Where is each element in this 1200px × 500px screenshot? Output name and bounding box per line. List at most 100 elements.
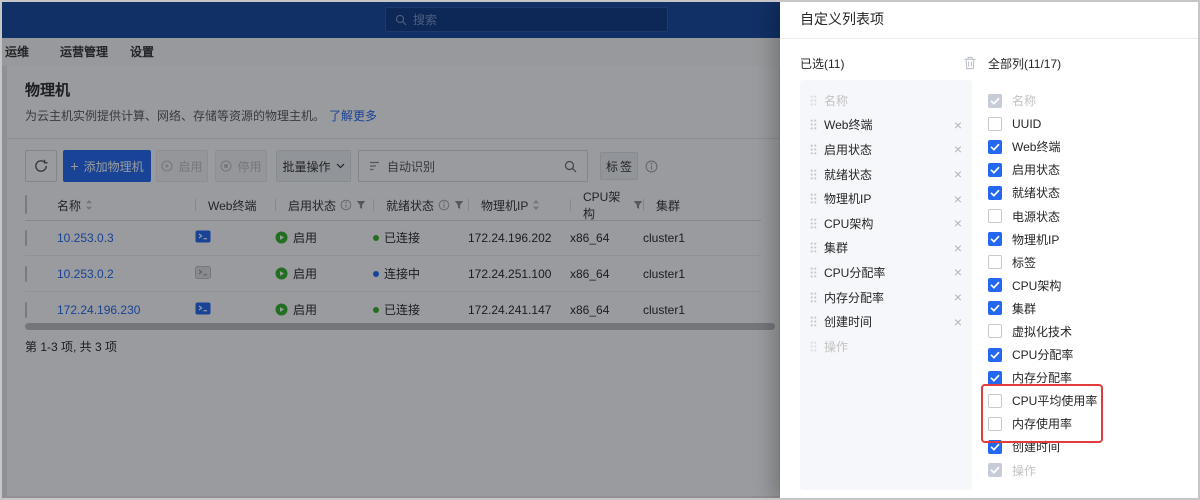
- column-option[interactable]: Web终端: [988, 135, 1183, 158]
- column-option-label: 内存使用率: [1012, 415, 1072, 432]
- selected-column-label: 操作: [824, 338, 848, 355]
- column-checkbox[interactable]: [988, 163, 1002, 177]
- column-option-label: CPU分配率: [1012, 346, 1073, 363]
- drag-handle-icon: [810, 95, 817, 106]
- column-checkbox[interactable]: [988, 186, 1002, 200]
- selected-column-label: 就绪状态: [824, 166, 872, 183]
- column-option-label: 标签: [1012, 254, 1036, 271]
- column-option[interactable]: CPU分配率: [988, 343, 1183, 366]
- column-option[interactable]: 电源状态: [988, 204, 1183, 227]
- all-columns-header: 全部列(11/17): [988, 55, 1061, 72]
- column-option[interactable]: CPU架构: [988, 274, 1183, 297]
- selected-column-label: CPU分配率: [824, 264, 885, 281]
- remove-column-icon[interactable]: ×: [954, 290, 962, 304]
- selected-column-item[interactable]: 启用状态 ×: [810, 137, 962, 162]
- customize-columns-drawer: 自定义列表项 已选(11) 全部列(11/17) 名称Web终端×启用状态×就绪…: [780, 0, 1200, 500]
- column-option-label: CPU架构: [1012, 277, 1061, 294]
- column-checkbox: [988, 463, 1002, 477]
- column-checkbox[interactable]: [988, 301, 1002, 315]
- remove-column-icon[interactable]: ×: [954, 315, 962, 329]
- remove-column-icon[interactable]: ×: [954, 167, 962, 181]
- column-checkbox[interactable]: [988, 417, 1002, 431]
- column-option[interactable]: 启用状态: [988, 158, 1183, 181]
- selected-column-label: CPU架构: [824, 215, 873, 232]
- column-checkbox[interactable]: [988, 255, 1002, 269]
- column-option-label: 集群: [1012, 300, 1036, 317]
- column-option[interactable]: 集群: [988, 297, 1183, 320]
- selected-columns-list: 名称 Web终端 × 启用状态 × 就绪状态 × 物理机IP × CPU架构 × 集群 × CPU分配率 ×…: [800, 80, 972, 490]
- column-option: 名称: [988, 89, 1183, 112]
- column-checkbox[interactable]: [988, 209, 1002, 223]
- column-option[interactable]: 物理机IP: [988, 228, 1183, 251]
- selected-column-item[interactable]: Web终端 ×: [810, 113, 962, 138]
- selected-column-label: Web终端: [824, 116, 872, 133]
- drag-handle-icon[interactable]: [810, 119, 817, 130]
- remove-column-icon[interactable]: ×: [954, 216, 962, 230]
- selected-column-item: 名称: [810, 88, 962, 113]
- selected-columns-header: 已选(11): [800, 55, 844, 72]
- column-option-label: Web终端: [1012, 138, 1060, 155]
- drag-handle-icon[interactable]: [810, 218, 817, 229]
- trash-icon[interactable]: [963, 56, 977, 70]
- remove-column-icon[interactable]: ×: [954, 241, 962, 255]
- drag-handle-icon[interactable]: [810, 267, 817, 278]
- selected-column-label: 物理机IP: [824, 190, 871, 207]
- column-option[interactable]: 内存使用率: [988, 412, 1183, 435]
- drawer-title: 自定义列表项: [800, 0, 884, 38]
- column-checkbox[interactable]: [988, 278, 1002, 292]
- selected-column-item[interactable]: 创建时间 ×: [810, 309, 962, 334]
- remove-column-icon[interactable]: ×: [954, 142, 962, 156]
- column-option-label: 虚拟化技术: [1012, 323, 1072, 340]
- remove-column-icon[interactable]: ×: [954, 118, 962, 132]
- column-checkbox[interactable]: [988, 440, 1002, 454]
- column-checkbox[interactable]: [988, 232, 1002, 246]
- drag-handle-icon: [810, 341, 817, 352]
- column-checkbox[interactable]: [988, 117, 1002, 131]
- column-option-label: 启用状态: [1012, 161, 1060, 178]
- remove-column-icon[interactable]: ×: [954, 192, 962, 206]
- drag-handle-icon[interactable]: [810, 292, 817, 303]
- column-option[interactable]: 创建时间: [988, 435, 1183, 458]
- column-option-label: 物理机IP: [1012, 231, 1059, 248]
- column-option[interactable]: 标签: [988, 251, 1183, 274]
- drawer-divider: [780, 38, 1200, 39]
- drag-handle-icon[interactable]: [810, 193, 817, 204]
- drag-handle-icon[interactable]: [810, 144, 817, 155]
- column-option-label: UUID: [1012, 117, 1041, 131]
- column-checkbox[interactable]: [988, 394, 1002, 408]
- drag-handle-icon[interactable]: [810, 169, 817, 180]
- selected-column-label: 创建时间: [824, 313, 872, 330]
- selected-column-item[interactable]: 集群 ×: [810, 236, 962, 261]
- selected-column-item[interactable]: 就绪状态 ×: [810, 162, 962, 187]
- column-option-label: 内存分配率: [1012, 369, 1072, 386]
- remove-column-icon[interactable]: ×: [954, 265, 962, 279]
- drag-handle-icon[interactable]: [810, 242, 817, 253]
- selected-column-label: 启用状态: [824, 141, 872, 158]
- selected-column-item[interactable]: CPU分配率 ×: [810, 260, 962, 285]
- column-checkbox: [988, 94, 1002, 108]
- column-option-label: 名称: [1012, 92, 1036, 109]
- column-checkbox[interactable]: [988, 371, 1002, 385]
- column-option: 操作: [988, 459, 1183, 482]
- column-checkbox[interactable]: [988, 324, 1002, 338]
- column-option[interactable]: 就绪状态: [988, 181, 1183, 204]
- column-option-label: 电源状态: [1012, 208, 1060, 225]
- all-columns-list: 名称 UUID Web终端启用状态就绪状态电源状态物理机IP 标签 CPU架构集群虚拟化…: [988, 89, 1183, 482]
- column-option[interactable]: UUID: [988, 112, 1183, 135]
- selected-column-item[interactable]: 内存分配率 ×: [810, 285, 962, 310]
- column-option-label: 操作: [1012, 462, 1036, 479]
- column-checkbox[interactable]: [988, 348, 1002, 362]
- column-option[interactable]: CPU平均使用率: [988, 389, 1183, 412]
- column-option[interactable]: 内存分配率: [988, 366, 1183, 389]
- selected-column-label: 集群: [824, 239, 848, 256]
- column-option-label: CPU平均使用率: [1012, 392, 1097, 409]
- column-option-label: 就绪状态: [1012, 184, 1060, 201]
- selected-column-item[interactable]: CPU架构 ×: [810, 211, 962, 236]
- selected-column-label: 内存分配率: [824, 289, 884, 306]
- column-checkbox[interactable]: [988, 140, 1002, 154]
- drag-handle-icon[interactable]: [810, 316, 817, 327]
- column-option-label: 创建时间: [1012, 438, 1060, 455]
- selected-column-item: 操作: [810, 334, 962, 359]
- selected-column-item[interactable]: 物理机IP ×: [810, 186, 962, 211]
- column-option[interactable]: 虚拟化技术: [988, 320, 1183, 343]
